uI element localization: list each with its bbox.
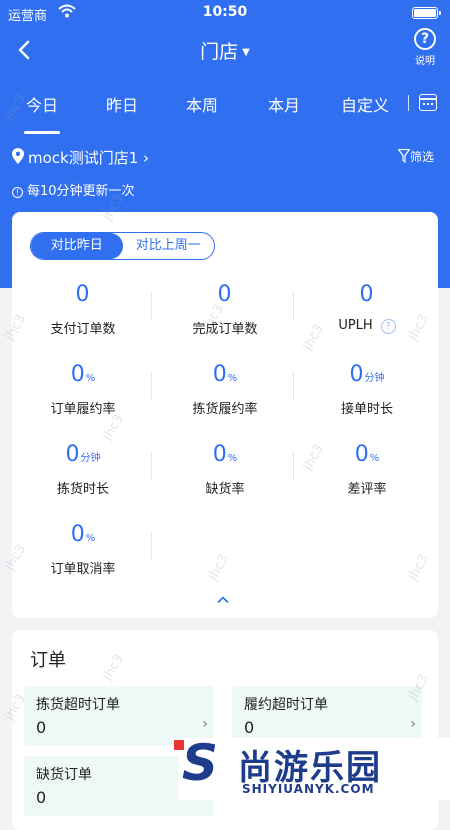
compare-yesterday-option[interactable]: 对比昨日: [31, 233, 123, 259]
calendar-icon[interactable]: [419, 94, 437, 111]
metric-picking-fulfillment-rate[interactable]: 0% 拣货履约率: [154, 362, 296, 417]
metric-order-fulfillment-rate[interactable]: 0% 订单履约率: [12, 362, 154, 417]
divider: [151, 532, 152, 560]
tab-custom[interactable]: 自定义: [336, 92, 394, 116]
logo-mark: S: [173, 734, 219, 792]
tab-today[interactable]: 今日: [22, 92, 62, 134]
metric-paid-orders[interactable]: 0 支付订单数: [12, 282, 154, 337]
metrics-card: 对比昨日 对比上周一 0 支付订单数 0 完成订单数 0 UPLH? 0% 订单…: [12, 212, 438, 618]
help-label: 说明: [415, 56, 435, 67]
site-logo: S 尚游乐园 SHIYIUANYK.COM: [173, 734, 450, 800]
tile-fulfillment-timeout-orders[interactable]: 履约超时订单 0 ›: [232, 686, 422, 746]
help-button[interactable]: ? 说明: [410, 28, 440, 67]
compare-last-week-option[interactable]: 对比上周一: [123, 233, 215, 259]
period-tabs: 今日 昨日 本周 本月 自定义: [0, 82, 450, 134]
update-notice-text: 每10分钟更新一次: [27, 184, 135, 199]
question-circle-icon[interactable]: ?: [380, 319, 396, 334]
chevron-right-icon: ›: [202, 716, 208, 732]
metric-accept-duration[interactable]: 0分钟 接单时长: [296, 362, 438, 417]
divider: [151, 452, 152, 480]
divider: [293, 452, 294, 480]
store-dropdown[interactable]: 门店 ▼: [0, 37, 450, 64]
filter-icon: [397, 148, 411, 164]
location-pin-icon: [12, 148, 24, 164]
clock: 10:50: [202, 4, 248, 20]
divider: [293, 372, 294, 400]
store-name[interactable]: mock测试门店1 ›: [28, 147, 149, 168]
chevron-right-icon: ›: [410, 716, 416, 732]
info-icon: !: [12, 187, 23, 198]
caret-down-icon: ▼: [242, 47, 250, 58]
collapse-chevron-up-icon[interactable]: [217, 594, 229, 606]
compare-toggle: 对比昨日 对比上周一: [30, 232, 215, 260]
metric-stockout-rate[interactable]: 0% 缺货率: [154, 442, 296, 497]
divider: [293, 292, 294, 320]
metric-uplh[interactable]: 0 UPLH?: [296, 282, 438, 334]
tab-yesterday[interactable]: 昨日: [102, 92, 142, 116]
metric-picking-duration[interactable]: 0分钟 拣货时长: [12, 442, 154, 497]
orders-title: 订单: [30, 650, 66, 671]
question-icon: ?: [414, 28, 436, 50]
filter-button[interactable]: 筛选: [397, 148, 434, 165]
page-title: 门店: [200, 41, 239, 63]
status-bar: 运营商 10:50: [0, 0, 450, 26]
tab-this-week[interactable]: 本周: [182, 92, 222, 116]
metric-completed-orders[interactable]: 0 完成订单数: [154, 282, 296, 337]
tab-divider: [408, 95, 409, 111]
divider: [151, 292, 152, 320]
logo-english-text: SHIYIUANYK.COM: [242, 782, 375, 796]
metric-negative-review-rate[interactable]: 0% 差评率: [296, 442, 438, 497]
battery-icon: [412, 7, 441, 19]
tab-this-month[interactable]: 本月: [264, 92, 304, 116]
divider: [151, 372, 152, 400]
metric-order-cancel-rate[interactable]: 0% 订单取消率: [12, 522, 154, 577]
store-selector-row: mock测试门店1 › 筛选: [12, 146, 438, 168]
orders-card: 订单 拣货超时订单 0 › 履约超时订单 0 › 缺货订单 0: [12, 630, 438, 830]
nav-bar: 门店 ▼ ? 说明: [0, 26, 450, 76]
filter-label: 筛选: [409, 150, 434, 164]
update-notice: ! 每10分钟更新一次: [12, 180, 135, 199]
